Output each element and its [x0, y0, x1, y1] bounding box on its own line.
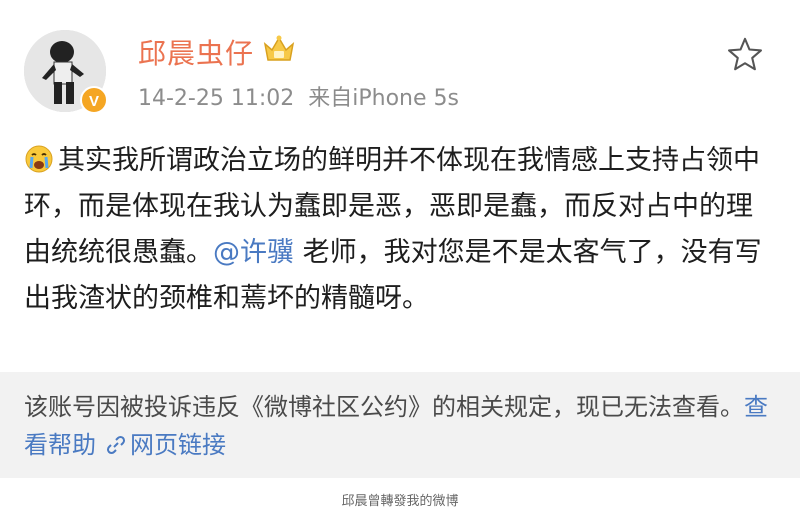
image-caption: 邱晨曾轉發我的微博 — [341, 494, 459, 509]
mention-link[interactable]: @许骥 — [213, 237, 294, 268]
unavailable-notice: 该账号因被投诉违反《微博社区公约》的相关规定，现已无法查看。查看帮助 网页链接 — [0, 372, 800, 478]
verified-badge: V — [80, 86, 108, 114]
notice-text-block: 该账号因被投诉违反《微博社区公约》的相关规定，现已无法查看。查看帮助 网页链接 — [24, 388, 774, 464]
notice-message: 该账号因被投诉违反《微博社区公约》的相关规定，现已无法查看。 — [24, 393, 744, 421]
post-timestamp: 14-2-25 11:02 — [138, 86, 295, 111]
username[interactable]: 邱晨虫仔 — [138, 32, 254, 72]
vip-crown-icon — [263, 35, 295, 61]
post-body: 其实我所谓政治立场的鲜明并不体现在我情感上支持占领中环，而是体现在我认为蠢即是恶… — [24, 138, 764, 322]
link-icon — [106, 435, 126, 455]
post-meta: 14-2-25 11:02 来自iPhone 5s — [138, 80, 473, 112]
crying-face-icon — [25, 145, 53, 173]
favorite-star-icon[interactable] — [726, 36, 764, 74]
weibo-post-card: V 邱晨虫仔 14-2-25 11:02 来自iPhone 5s 其实我所谓政治立… — [0, 0, 800, 480]
post-source[interactable]: 来自iPhone 5s — [308, 86, 459, 111]
web-link[interactable]: 网页链接 — [130, 431, 226, 459]
